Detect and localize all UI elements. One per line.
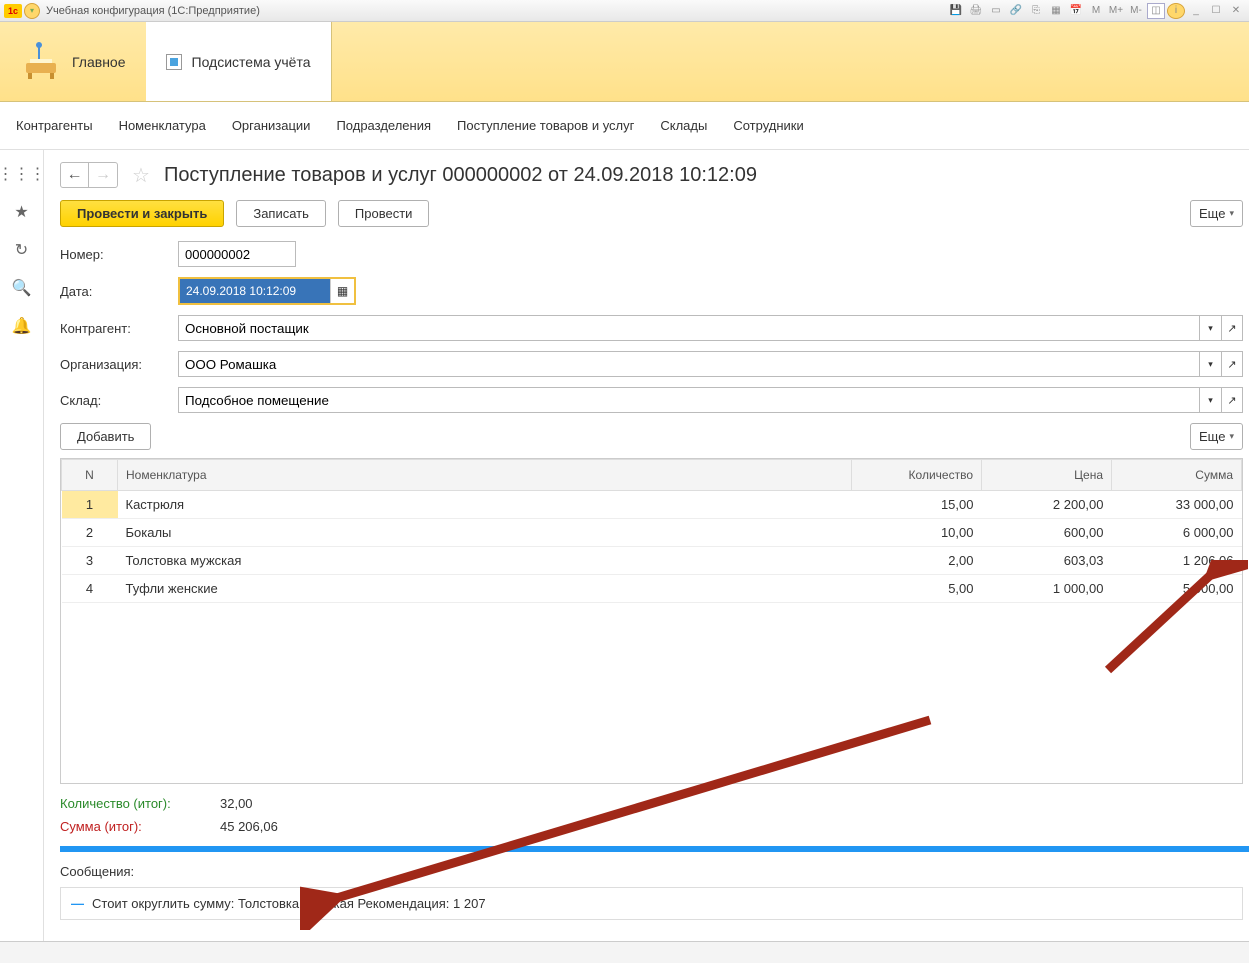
separator-bar: [60, 846, 1249, 852]
side-toolbar: ⋮⋮⋮ ★ ↻ 🔍 🔔: [0, 150, 44, 941]
message-text: Стоит округлить сумму: Толстовка мужская…: [92, 896, 486, 911]
add-row-button[interactable]: Добавить: [60, 423, 151, 450]
search-icon[interactable]: 🔍: [12, 278, 32, 298]
table-row[interactable]: 3Толстовка мужская2,00603,031 206,06: [62, 547, 1242, 575]
apps-icon[interactable]: ⋮⋮⋮: [12, 164, 32, 184]
totals-block: Количество (итог):32,00 Сумма (итог):45 …: [60, 792, 1249, 838]
nav-back-forward: ← →: [60, 162, 118, 188]
calc-icon[interactable]: ▦: [1047, 3, 1065, 19]
menu-org[interactable]: Организации: [232, 118, 311, 133]
doc-icon[interactable]: ▭: [987, 3, 1005, 19]
calendar-icon[interactable]: 📅: [1067, 3, 1085, 19]
qty-total-value: 32,00: [220, 796, 253, 811]
save-icon[interactable]: 💾: [947, 3, 965, 19]
partner-open-icon[interactable]: ↗: [1221, 315, 1243, 341]
mplus-icon[interactable]: M+: [1107, 3, 1125, 19]
mminus-icon[interactable]: M-: [1127, 3, 1145, 19]
menu-employees[interactable]: Сотрудники: [733, 118, 803, 133]
window-controls: 💾 🖨 ▭ 🔗 ⎘ ▦ 📅 M M+ M- ◫ i _ ☐ ✕: [947, 3, 1245, 19]
items-table: N Номенклатура Количество Цена Сумма 1Ка…: [61, 459, 1242, 603]
message-bullet-icon: —: [71, 896, 84, 911]
wh-label: Склад:: [60, 393, 178, 408]
form-content: ← → ☆ Поступление товаров и услуг 000000…: [44, 150, 1249, 941]
print-icon[interactable]: 🖨: [967, 3, 985, 19]
subsystem-icon: [166, 54, 182, 70]
col-sum[interactable]: Сумма: [1112, 460, 1242, 491]
grid-empty-area[interactable]: [61, 603, 1242, 783]
command-bar: Контрагенты Номенклатура Организации Под…: [0, 102, 1249, 150]
tab-subsystem[interactable]: Подсистема учёта: [146, 22, 332, 101]
grid-more-button[interactable]: Еще: [1190, 423, 1243, 450]
nav-back[interactable]: ←: [61, 163, 89, 187]
date-field[interactable]: [180, 279, 330, 303]
post-and-close-button[interactable]: Провести и закрыть: [60, 200, 224, 227]
col-price[interactable]: Цена: [982, 460, 1112, 491]
messages-header: Сообщения:: [60, 864, 1249, 879]
maximize-icon[interactable]: ☐: [1207, 3, 1225, 19]
tab-main[interactable]: Главное: [0, 22, 146, 101]
section-panel: Главное Подсистема учёта: [0, 22, 1249, 102]
number-field[interactable]: [178, 241, 296, 267]
app-menu-dropdown[interactable]: ▾: [24, 3, 40, 19]
tab-subsystem-label: Подсистема учёта: [192, 54, 311, 70]
date-label: Дата:: [60, 284, 178, 299]
partner-dropdown-icon[interactable]: ▾: [1199, 315, 1221, 341]
star-icon[interactable]: ★: [12, 202, 32, 222]
m-icon[interactable]: M: [1087, 3, 1105, 19]
number-label: Номер:: [60, 247, 178, 262]
table-row[interactable]: 2Бокалы10,00600,006 000,00: [62, 519, 1242, 547]
desktop-icon: [20, 41, 62, 83]
history-icon[interactable]: ↻: [12, 240, 32, 260]
wh-dropdown-icon[interactable]: ▾: [1199, 387, 1221, 413]
col-qty[interactable]: Количество: [852, 460, 982, 491]
org-label: Организация:: [60, 357, 178, 372]
status-bar: [0, 941, 1249, 963]
nav-forward[interactable]: →: [89, 163, 117, 187]
table-row[interactable]: 4Туфли женские5,001 000,005 000,00: [62, 575, 1242, 603]
bell-icon[interactable]: 🔔: [12, 316, 32, 336]
window-title: Учебная конфигурация (1С:Предприятие): [46, 5, 260, 17]
panels-icon[interactable]: ◫: [1147, 3, 1165, 19]
link-icon[interactable]: 🔗: [1007, 3, 1025, 19]
menu-contragents[interactable]: Контрагенты: [16, 118, 93, 133]
more-button[interactable]: Еще: [1190, 200, 1243, 227]
wh-field[interactable]: [178, 387, 1199, 413]
post-button[interactable]: Провести: [338, 200, 430, 227]
org-dropdown-icon[interactable]: ▾: [1199, 351, 1221, 377]
date-field-wrap: ▦: [178, 277, 356, 305]
col-n[interactable]: N: [62, 460, 118, 491]
message-row[interactable]: — Стоит округлить сумму: Толстовка мужск…: [60, 887, 1243, 920]
col-nom[interactable]: Номенклатура: [118, 460, 852, 491]
calendar-picker-icon[interactable]: ▦: [330, 279, 354, 303]
logo-1c-icon: 1c: [4, 4, 22, 18]
org-open-icon[interactable]: ↗: [1221, 351, 1243, 377]
org-field[interactable]: [178, 351, 1199, 377]
menu-receipt[interactable]: Поступление товаров и услуг: [457, 118, 634, 133]
menu-warehouse[interactable]: Склады: [660, 118, 707, 133]
partner-field[interactable]: [178, 315, 1199, 341]
favorite-toggle[interactable]: ☆: [132, 163, 150, 188]
sum-total-value: 45 206,06: [220, 819, 278, 834]
wh-open-icon[interactable]: ↗: [1221, 387, 1243, 413]
tab-main-label: Главное: [72, 54, 126, 70]
window-titlebar: 1c ▾ Учебная конфигурация (1С:Предприяти…: [0, 0, 1249, 22]
close-icon[interactable]: ✕: [1227, 3, 1245, 19]
qty-total-label: Количество (итог):: [60, 796, 220, 811]
sum-total-label: Сумма (итог):: [60, 819, 220, 834]
minimize-icon[interactable]: _: [1187, 3, 1205, 19]
menu-dept[interactable]: Подразделения: [336, 118, 431, 133]
page-title: Поступление товаров и услуг 000000002 от…: [164, 164, 757, 187]
info-icon[interactable]: i: [1167, 3, 1185, 19]
partner-label: Контрагент:: [60, 321, 178, 336]
write-button[interactable]: Записать: [236, 200, 326, 227]
table-row[interactable]: 1Кастрюля15,002 200,0033 000,00: [62, 491, 1242, 519]
menu-nomenclature[interactable]: Номенклатура: [119, 118, 206, 133]
copy-icon[interactable]: ⎘: [1027, 3, 1045, 19]
